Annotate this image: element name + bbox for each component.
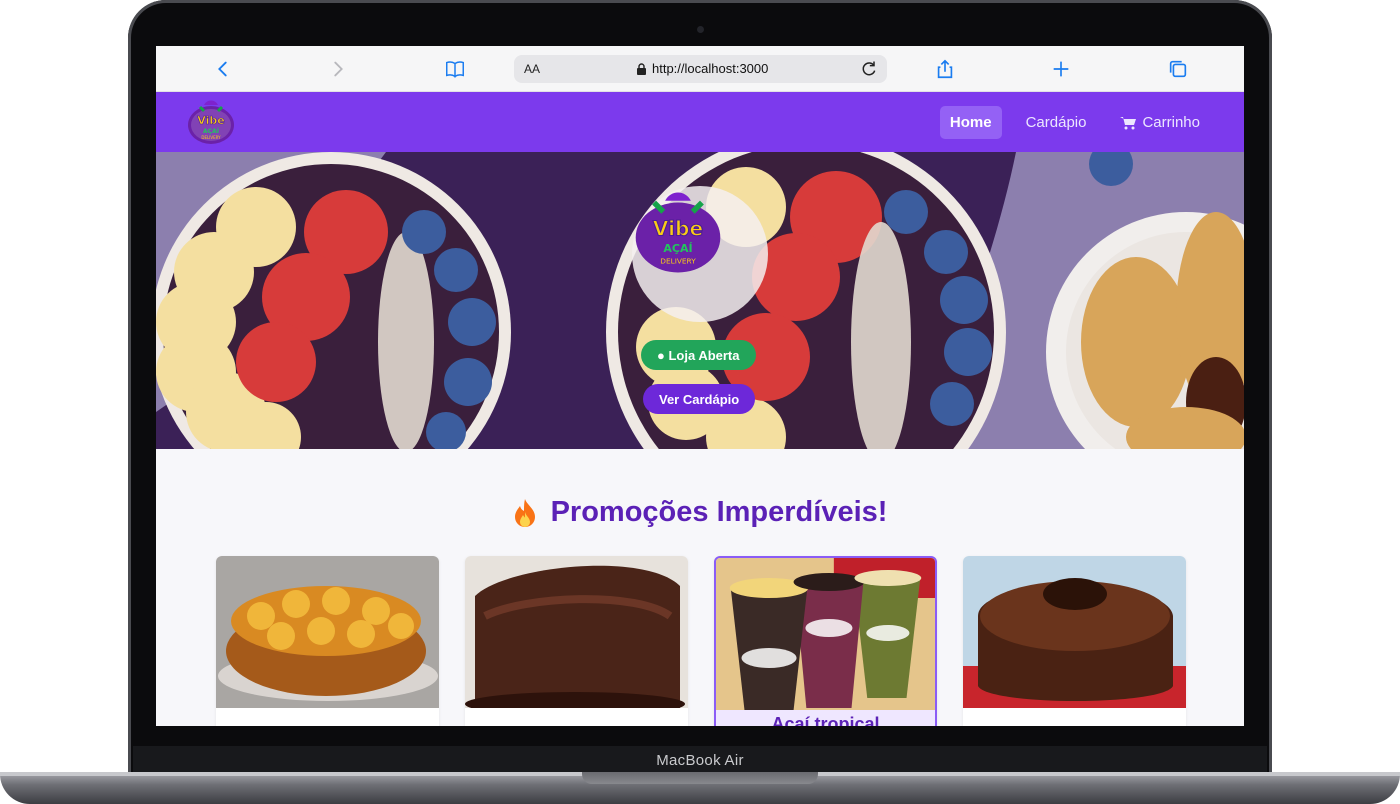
- svg-text:DELIVERY: DELIVERY: [201, 135, 221, 140]
- device-label: MacBook Air: [656, 751, 744, 769]
- share-icon[interactable]: [934, 58, 956, 80]
- svg-text:Vibe: Vibe: [653, 217, 703, 241]
- nav-cardapio[interactable]: Cardápio: [1016, 106, 1097, 139]
- chocolate-bundt-cake-image: [963, 556, 1186, 708]
- reader-aa-button[interactable]: AA: [524, 62, 540, 76]
- hero-banner: Vibe AÇAÍ DELIVERY ● Loja Aberta Ver Car…: [156, 152, 1244, 449]
- svg-text:Vibe: Vibe: [197, 114, 224, 127]
- nav-carrinho[interactable]: Carrinho: [1110, 106, 1210, 139]
- address-bar[interactable]: AA http://localhost:3000: [514, 55, 887, 83]
- acai-cups-image: [716, 558, 935, 710]
- laptop-mockup: AA http://localhost:3000 Vibe AÇAÍ DELIV…: [0, 0, 1400, 804]
- bookmarks-icon[interactable]: [444, 58, 466, 80]
- site-navbar: Vibe AÇAÍ DELIVERY Home Cardápio Carrinh…: [156, 92, 1244, 152]
- svg-text:AÇAÍ: AÇAÍ: [203, 127, 220, 135]
- camera: [697, 26, 704, 33]
- forward-icon[interactable]: [327, 58, 349, 80]
- brand-logo[interactable]: Vibe AÇAÍ DELIVERY: [186, 97, 236, 147]
- url-label: http://localhost:3000: [652, 61, 769, 76]
- store-status-badge: ● Loja Aberta: [641, 340, 756, 370]
- chocolate-cake-image: [465, 556, 688, 716]
- hero-logo: Vibe AÇAÍ DELIVERY: [632, 186, 768, 322]
- promo-card[interactable]: [465, 556, 688, 726]
- fire-icon: [514, 498, 535, 527]
- url-text: http://localhost:3000: [636, 61, 768, 76]
- svg-text:AÇAÍ: AÇAÍ: [663, 242, 692, 255]
- promo-card-highlighted[interactable]: Açaí tropical: [714, 556, 937, 726]
- laptop-chin: MacBook Air: [133, 746, 1267, 774]
- nav-home[interactable]: Home: [939, 106, 1002, 139]
- promo-card-name: Açaí tropical: [771, 714, 880, 726]
- tabs-icon[interactable]: [1167, 58, 1189, 80]
- browser-toolbar: AA http://localhost:3000: [156, 46, 1244, 92]
- pineapple-cake-image: [216, 556, 439, 708]
- promotions-title: Promoções Imperdíveis!: [550, 496, 888, 528]
- laptop-notch: [582, 772, 818, 784]
- svg-text:DELIVERY: DELIVERY: [660, 256, 696, 265]
- lock-icon: [637, 62, 646, 75]
- nav-links: Home Cardápio Carrinho: [939, 106, 1210, 139]
- promo-cards: Açaí tropical: [216, 556, 1186, 726]
- back-icon[interactable]: [212, 58, 234, 80]
- reload-icon[interactable]: [859, 59, 879, 79]
- browser-screen: AA http://localhost:3000 Vibe AÇAÍ DELIV…: [156, 46, 1244, 726]
- brand-logo-large: Vibe AÇAÍ DELIVERY: [635, 192, 721, 273]
- cart-icon: [1120, 116, 1137, 129]
- promo-card[interactable]: [963, 556, 1186, 726]
- view-menu-button[interactable]: Ver Cardápio: [643, 384, 756, 414]
- new-tab-icon[interactable]: [1050, 58, 1072, 80]
- promotions-header: Promoções Imperdíveis!: [156, 496, 1244, 529]
- promo-card[interactable]: [216, 556, 439, 726]
- nav-carrinho-label: Carrinho: [1142, 114, 1200, 131]
